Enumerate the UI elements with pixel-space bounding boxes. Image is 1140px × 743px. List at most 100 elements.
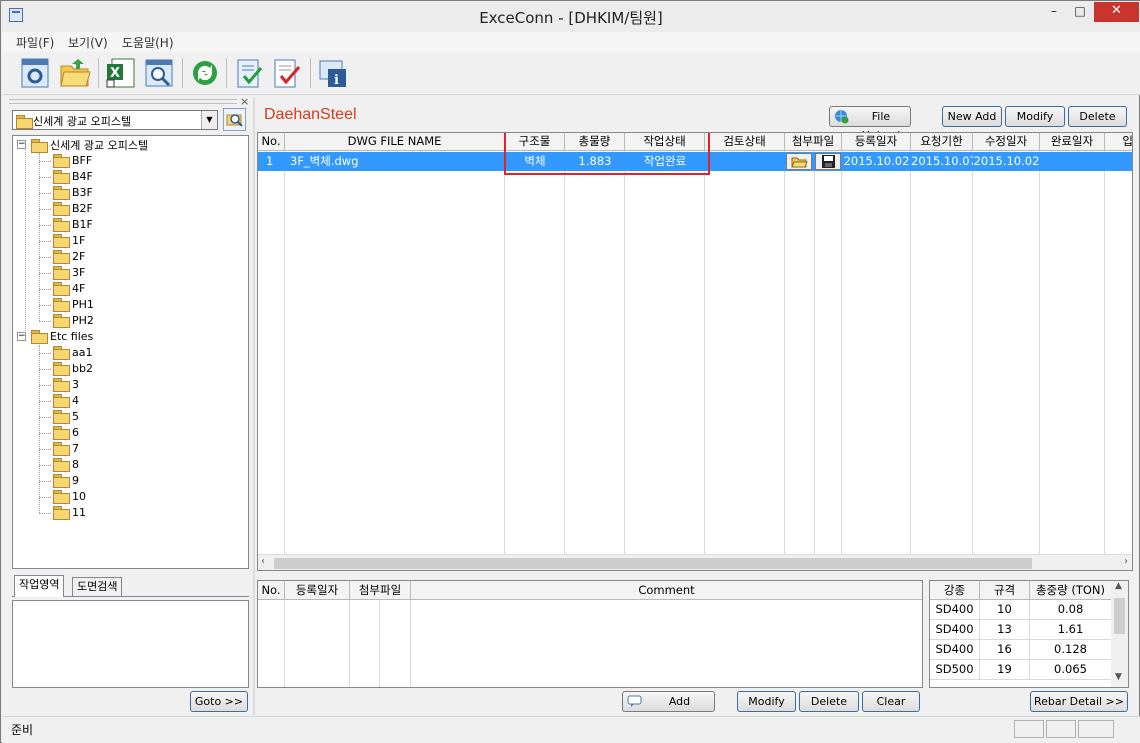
col-header-registered[interactable]: 등록일자 [842,133,911,151]
tree-item-etc-file[interactable]: 11 [53,505,86,521]
comment-grid[interactable]: No. 등록일자 첨부파일 Comment [257,580,923,688]
maximize-button[interactable]: □ [1067,2,1093,22]
tree-item-floor[interactable]: PH1 [53,297,94,313]
tree-item-etc-file[interactable]: 3 [53,377,79,393]
comment-modify-button[interactable]: Modify [737,691,796,712]
drawing-grid[interactable]: No. DWG FILE NAME 구조물 총물량 작업상태 검토상태 첨부파일… [257,132,1133,571]
refresh-button[interactable] [188,56,222,90]
tree-item-floor[interactable]: 1F [53,233,85,249]
tree-item-etc[interactable]: Etc files [31,329,93,345]
info-icon: i [319,60,346,88]
menu-file[interactable]: 파일(F) [16,34,54,51]
scroll-up-icon[interactable]: ▲ [1115,581,1122,591]
chevron-down-icon[interactable]: ▼ [201,111,217,129]
tab-work-area[interactable]: 작업영역 [14,575,65,597]
col-header-no[interactable]: No. [258,133,285,151]
rebar-cell-size: 16 [980,640,1030,660]
grid-line [379,600,380,687]
tree-item-floor[interactable]: PH2 [53,313,94,329]
col-header-review-status[interactable]: 검토상태 [705,133,785,151]
horizontal-scrollbar[interactable]: ‹ › [258,554,1132,570]
comment-col-comment[interactable]: Comment [411,581,922,600]
new-add-button[interactable]: New Add [942,106,1002,127]
tree-item-floor[interactable]: B4F [53,169,93,185]
scroll-right-icon[interactable]: › [1124,556,1128,567]
tree-line [39,177,51,178]
tree-line [39,449,51,450]
rebar-col-grade[interactable]: 강종 [930,581,980,600]
tree-item-floor[interactable]: 3F [53,265,85,281]
tree-item-floor[interactable]: 4F [53,281,85,297]
col-header-more[interactable]: 입 [1105,133,1132,151]
menu-view[interactable]: 보기(V) [68,34,108,51]
goto-button[interactable]: Goto >> [190,691,248,712]
comment-col-attachment[interactable]: 첨부파일 [350,581,411,600]
tree-item-floor[interactable]: BFF [53,153,92,169]
vertical-scrollbar[interactable]: ▲ ▼ [1111,581,1128,687]
tree-item-floor[interactable]: 2F [53,249,85,265]
scroll-left-icon[interactable]: ‹ [261,556,265,567]
project-select[interactable]: 신세계 광교 오피스텔 ▼ [12,110,218,130]
settings-doc-button[interactable] [18,56,52,90]
col-header-completed[interactable]: 완료일자 [1040,133,1105,151]
minimize-button[interactable]: – [1041,2,1067,22]
project-search-button[interactable] [223,108,246,131]
rebar-grid[interactable]: SD400 10 0.08 SD400 13 1.61 SD400 16 0.128 SD500 1… [929,580,1129,688]
col-header-file[interactable]: DWG FILE NAME [285,133,505,151]
attachment-open-button[interactable] [786,153,812,170]
tree-item-etc-file[interactable]: 7 [53,441,79,457]
col-header-deadline[interactable]: 요청기한 [911,133,973,151]
rebar-detail-button[interactable]: Rebar Detail >> [1030,691,1128,712]
col-header-modified[interactable]: 수정일자 [973,133,1040,151]
tab-drawing-search[interactable]: 도면검색 [72,577,123,596]
excel-icon: X [106,58,135,88]
excel-export-button[interactable]: X [104,56,138,90]
project-tree[interactable]: − 신세계 광교 오피스텔 BFF B4F B3F B2F B1F 1F 2F 3F 4F PH1 PH… [12,135,249,569]
tree-item-etc-file[interactable]: aa1 [53,345,92,361]
file-upload-button[interactable]: File Upload [829,106,911,142]
tree-item-etc-file[interactable]: bb2 [53,361,93,377]
tree-item-floor[interactable]: B1F [53,217,93,233]
tree-item-etc-file[interactable]: 10 [53,489,86,505]
panel-close-icon[interactable]: × [240,95,249,108]
menu-help[interactable]: 도움말(H) [122,34,174,51]
pane-splitter[interactable] [253,97,255,715]
approve-button[interactable] [232,56,266,90]
status-text: 준비 [11,723,34,737]
info-button[interactable]: i [316,56,350,90]
review-button[interactable] [270,56,304,90]
tree-item-etc-file[interactable]: 9 [53,473,79,489]
attachment-save-button[interactable] [815,153,841,170]
tree-item-etc-file[interactable]: 8 [53,457,79,473]
comment-delete-button[interactable]: Delete [799,691,859,712]
tree-item-floor[interactable]: B2F [53,201,93,217]
col-header-attachment[interactable]: 첨부파일 [785,133,842,151]
globe-upload-icon [835,110,849,124]
work-area-notes[interactable] [12,600,249,688]
rebar-col-weight[interactable]: 총중량 (TON) [1030,581,1112,600]
comment-clear-button[interactable]: Clear [862,691,920,712]
tree-item-floor[interactable]: B3F [53,185,93,201]
close-button[interactable]: ✕ [1094,2,1139,22]
preview-button[interactable] [142,56,176,90]
cell-completed-date [1040,152,1105,171]
scroll-thumb[interactable] [274,558,1032,569]
checklist-icon [237,59,263,88]
scroll-thumb[interactable] [1114,598,1125,634]
comment-col-date[interactable]: 등록일자 [285,581,350,600]
tree-item-etc-file[interactable]: 5 [53,409,79,425]
rebar-col-size[interactable]: 규격 [980,581,1030,600]
tree-item-etc-file[interactable]: 4 [53,393,79,409]
scroll-down-icon[interactable]: ▼ [1115,672,1122,682]
tree-item-etc-file[interactable]: 6 [53,425,79,441]
tree-line [25,148,26,337]
tree-line [39,241,51,242]
comment-col-no[interactable]: No. [258,581,285,600]
panel-grip[interactable] [9,99,237,104]
delete-button[interactable]: Delete [1068,106,1127,127]
tree-item-root[interactable]: 신세계 광교 오피스텔 [31,137,148,153]
modify-button[interactable]: Modify [1005,106,1065,127]
add-comment-button[interactable]: Add Comment [622,691,715,727]
tree-line [39,321,51,322]
open-folder-button[interactable] [58,56,92,90]
